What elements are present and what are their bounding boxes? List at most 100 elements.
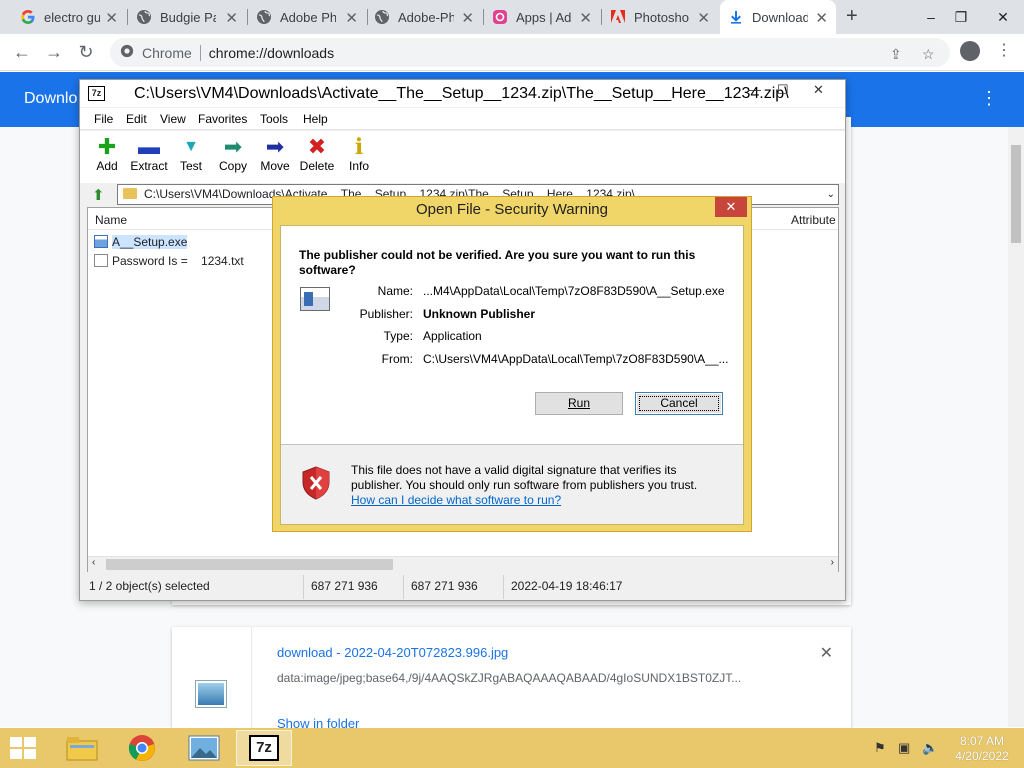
tab-apps-adobe[interactable]: Apps | Ad ✕ xyxy=(484,0,600,34)
tab-title: Download xyxy=(752,9,808,25)
forward-button[interactable]: → xyxy=(42,40,66,64)
status-packed-size: 687 271 936 xyxy=(411,579,478,593)
copy-icon: ➡ xyxy=(223,134,243,159)
menu-edit[interactable]: Edit xyxy=(126,112,147,126)
omnibox-url: chrome://downloads xyxy=(208,44,335,61)
info-icon: ℹ xyxy=(354,134,364,159)
info-label: Info xyxy=(348,159,369,173)
tab-title: Adobe-Ph xyxy=(398,9,454,25)
action-center-icon[interactable]: ⚑ xyxy=(874,740,886,756)
menu-help[interactable]: Help xyxy=(303,112,328,126)
run-button[interactable]: Run xyxy=(535,392,623,415)
taskbar-chrome[interactable] xyxy=(114,730,170,766)
taskbar-7zip[interactable]: 7z xyxy=(236,730,292,766)
add-icon: ✚ xyxy=(97,134,117,159)
volume-muted-icon[interactable]: 🔈 xyxy=(922,740,938,756)
share-icon[interactable]: ⇪ xyxy=(890,46,902,63)
tab-electro[interactable]: electro gu ✕ xyxy=(12,0,126,34)
tab-adobe-ph-2[interactable]: Adobe-Ph ✕ xyxy=(366,0,482,34)
taskbar: 7z ⚑ ▣ 🔈 xyxy=(0,728,1024,768)
close-icon[interactable]: ✕ xyxy=(815,9,828,27)
test-button[interactable]: ▼ Test xyxy=(168,135,214,173)
move-label: Move xyxy=(260,159,290,173)
close-button[interactable]: ✕ xyxy=(813,82,824,98)
taskbar-photos[interactable] xyxy=(176,730,232,766)
7zip-icon: 7z xyxy=(249,735,279,761)
status-modified: 2022-04-19 18:46:17 xyxy=(511,579,623,593)
close-icon[interactable]: ✕ xyxy=(697,9,710,27)
minimize-button[interactable]: – xyxy=(916,0,946,34)
type-value: Application xyxy=(423,329,482,343)
download-icon xyxy=(728,9,744,25)
taskbar-file-explorer[interactable] xyxy=(54,730,110,766)
file-row[interactable]: A__Setup.exe xyxy=(94,235,188,249)
profile-avatar[interactable] xyxy=(960,41,980,61)
menu-tools[interactable]: Tools xyxy=(260,112,288,126)
warning-text: This file does not have a valid digital … xyxy=(351,463,698,492)
status-selection: 1 / 2 object(s) selected xyxy=(89,579,210,593)
close-icon[interactable]: ✕ xyxy=(579,9,592,27)
chrome-icon xyxy=(120,44,134,61)
network-icon[interactable]: ▣ xyxy=(898,740,910,756)
tab-photoshop[interactable]: Photosho ✕ xyxy=(602,0,718,34)
new-tab-button[interactable]: + xyxy=(846,5,858,28)
adobe-cc-icon xyxy=(492,9,508,25)
page-scroll-thumb[interactable] xyxy=(1011,145,1021,243)
7zip-menubar: File Edit View Favorites Tools Help xyxy=(80,108,845,130)
cancel-button[interactable]: Cancel xyxy=(635,392,723,415)
bookmark-star-icon[interactable]: ☆ xyxy=(922,46,935,63)
close-window-button[interactable]: ✕ xyxy=(988,0,1018,34)
scroll-right-icon[interactable]: › xyxy=(831,557,834,568)
browser-menu-icon[interactable]: ⋮ xyxy=(996,40,1012,60)
add-button[interactable]: ✚ Add xyxy=(84,134,130,174)
windows-start-button[interactable] xyxy=(10,737,38,761)
tab-adobe-ph-1[interactable]: Adobe Ph ✕ xyxy=(248,0,366,34)
extract-label: Extract xyxy=(130,159,168,173)
column-attributes[interactable]: Attribute xyxy=(791,213,836,227)
from-value: C:\Users\VM4\AppData\Local\Temp\7zO8F83D… xyxy=(423,352,729,366)
file-row[interactable]: Password Is = 1234.txt xyxy=(94,254,244,268)
info-button[interactable]: ℹ Info xyxy=(336,134,382,174)
tab-downloads[interactable]: Download ✕ xyxy=(720,0,836,34)
7zip-titlebar: 7z C:\Users\VM4\Downloads\Activate__The_… xyxy=(80,80,845,107)
tab-budgie[interactable]: Budgie Pa ✕ xyxy=(128,0,246,34)
minimize-button[interactable]: — xyxy=(748,82,761,97)
copy-button[interactable]: ➡ Copy xyxy=(210,134,256,174)
download-card: download - 2022-04-20T072823.996.jpg dat… xyxy=(172,627,851,737)
maximize-button[interactable]: ☐ xyxy=(777,82,789,98)
dialog-body: The publisher could not be verified. Are… xyxy=(280,225,744,525)
tab-title: Photosho xyxy=(634,9,689,25)
close-icon[interactable]: ✕ xyxy=(225,9,238,27)
address-bar[interactable]: Chrome chrome://downloads ⇪ ☆ xyxy=(110,38,950,67)
more-actions-icon[interactable]: ⋮ xyxy=(980,88,998,109)
column-name[interactable]: Name xyxy=(95,213,127,227)
move-button[interactable]: ➡ Move xyxy=(252,135,298,174)
file-list-hscrollbar[interactable]: ‹ › xyxy=(88,556,838,572)
help-link[interactable]: How can I decide what software to run? xyxy=(351,493,561,507)
download-filename-link[interactable]: download - 2022-04-20T072823.996.jpg xyxy=(277,645,508,660)
close-icon[interactable]: ✕ xyxy=(105,9,118,27)
test-icon: ▼ xyxy=(183,138,199,155)
folder-icon xyxy=(66,737,98,761)
remove-download-icon[interactable]: ✕ xyxy=(820,643,833,663)
publisher-label: Publisher: xyxy=(359,307,413,321)
delete-icon: ✖ xyxy=(307,134,327,159)
hscroll-thumb[interactable] xyxy=(106,559,393,570)
close-icon[interactable]: ✕ xyxy=(345,9,358,27)
back-button[interactable]: ← xyxy=(10,40,34,64)
extract-button[interactable]: ▬ Extract xyxy=(126,135,172,174)
reload-button[interactable]: ↻ xyxy=(74,40,98,64)
scroll-left-icon[interactable]: ‹ xyxy=(92,557,95,568)
shield-error-icon xyxy=(302,466,330,500)
menu-file[interactable]: File xyxy=(94,112,113,126)
menu-favorites[interactable]: Favorites xyxy=(198,112,247,126)
close-icon[interactable]: ✕ xyxy=(461,9,474,27)
restore-button[interactable]: ❐ xyxy=(946,0,976,34)
taskbar-clock[interactable]: 8:07 AM 4/20/2022 xyxy=(950,734,1014,764)
chevron-down-icon[interactable]: ⌄ xyxy=(827,185,835,204)
delete-button[interactable]: ✖ Delete xyxy=(294,134,340,174)
dialog-close-button[interactable]: ✕ xyxy=(715,197,747,217)
menu-view[interactable]: View xyxy=(160,112,186,126)
up-folder-icon[interactable]: ⬆ xyxy=(92,186,105,204)
name-value: ...M4\AppData\Local\Temp\7zO8F83D590\A__… xyxy=(423,284,725,298)
